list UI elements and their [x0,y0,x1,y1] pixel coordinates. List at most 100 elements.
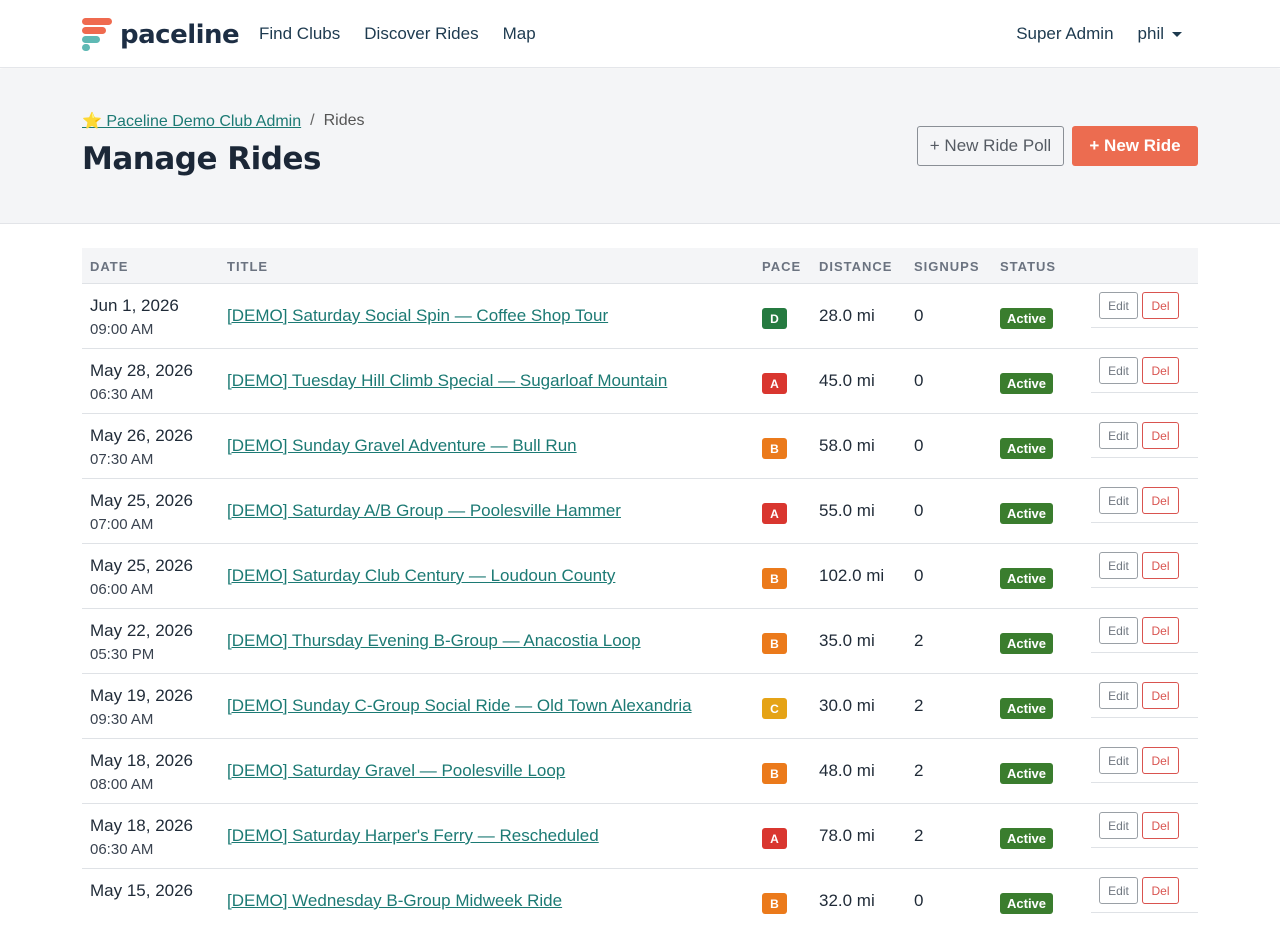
ride-date: May 25, 2026 [90,491,194,510]
column-header-pace[interactable]: Pace [762,259,801,274]
edit-ride-button[interactable]: Edit [1099,357,1138,384]
edit-ride-button[interactable]: Edit [1099,422,1138,449]
ride-distance: 28.0 mi [819,306,875,325]
table-row: May 26, 2026 07:30 AM [DEMO] Sunday Gravel… [82,414,1198,479]
ride-time: 05:30 PM [90,646,155,663]
status-badge: Active [1000,438,1054,459]
status-badge: Active [1000,698,1054,719]
ride-title-link[interactable]: [DEMO] Thursday Evening B-Group — Anacos… [227,631,641,651]
ride-time: 09:30 AM [90,711,154,728]
ride-title-link[interactable]: [DEMO] Saturday Harper's Ferry — Resched… [227,826,599,846]
edit-ride-button[interactable]: Edit [1099,682,1138,709]
new-ride-poll-button[interactable]: + New Ride Poll [917,126,1064,166]
delete-ride-button[interactable]: Del [1142,747,1179,774]
user-menu-toggle[interactable]: phil [1126,22,1194,46]
ride-title-link[interactable]: [DEMO] Saturday Social Spin — Coffee Sho… [227,306,608,326]
ride-distance: 32.0 mi [819,891,875,910]
edit-ride-button[interactable]: Edit [1099,812,1138,839]
ride-signups: 0 [914,891,924,910]
table-body: Jun 1, 2026 09:00 AM [DEMO] Saturday Socia… [82,284,1198,934]
delete-ride-button[interactable]: Del [1142,812,1179,839]
edit-ride-button[interactable]: Edit [1099,747,1138,774]
delete-ride-button[interactable]: Del [1142,357,1179,384]
ride-date-cell: May 15, 2026 [90,881,193,905]
ride-date-cell: May 22, 2026 05:30 PM [90,621,193,665]
delete-ride-button[interactable]: Del [1142,422,1179,449]
new-ride-button[interactable]: + New Ride [1072,126,1198,166]
table-row: May 18, 2026 08:00 AM [DEMO] Saturday Grav… [82,739,1198,804]
ride-title-link[interactable]: [DEMO] Saturday A/B Group — Poolesville … [227,501,621,521]
row-actions: Edit Del [1091,284,1198,328]
ride-date: May 26, 2026 [90,426,194,445]
ride-date-cell: May 25, 2026 07:00 AM [90,491,193,535]
ride-title-link[interactable]: [DEMO] Saturday Gravel — Poolesville Loo… [227,761,565,781]
ride-title-link[interactable]: [DEMO] Tuesday Hill Climb Special — Suga… [227,371,667,391]
table-row: May 18, 2026 06:30 AM [DEMO] Saturday Harp… [82,804,1198,869]
row-actions: Edit Del [1091,869,1198,913]
ride-title-link[interactable]: [DEMO] Sunday Gravel Adventure — Bull Ru… [227,436,577,456]
ride-date-cell: May 26, 2026 07:30 AM [90,426,193,470]
column-header-status[interactable]: Status [1000,259,1056,274]
nav-discover-rides[interactable]: Discover Rides [352,22,490,46]
delete-ride-button[interactable]: Del [1142,682,1179,709]
breadcrumb-separator: / [310,112,315,129]
ride-time: 06:30 AM [90,386,154,403]
status-badge: Active [1000,633,1054,654]
ride-signups: 2 [914,696,924,715]
row-actions: Edit Del [1091,609,1198,653]
breadcrumb: ⭐ Paceline Demo Club Admin / Rides [82,111,365,131]
breadcrumb-club-admin-link[interactable]: ⭐ Paceline Demo Club Admin [82,111,301,131]
ride-title-link[interactable]: [DEMO] Wednesday B-Group Midweek Ride [227,891,562,911]
ride-distance: 30.0 mi [819,696,875,715]
row-actions: Edit Del [1091,349,1198,393]
ride-distance: 102.0 mi [819,566,885,585]
pace-badge: D [762,308,787,329]
ride-date: May 15, 2026 [90,881,194,900]
ride-time: 08:00 AM [90,776,154,793]
column-header-distance[interactable]: Distance [819,259,892,274]
nav-super-admin[interactable]: Super Admin [1004,22,1125,46]
table-row: May 19, 2026 09:30 AM [DEMO] Sunday C-Grou… [82,674,1198,739]
nav-find-clubs[interactable]: Find Clubs [247,22,352,46]
row-actions: Edit Del [1091,739,1198,783]
column-header-signups[interactable]: Signups [914,259,980,274]
pace-badge: B [762,568,787,589]
ride-distance: 35.0 mi [819,631,875,650]
column-header-title[interactable]: Title [227,259,268,274]
ride-title-link[interactable]: [DEMO] Saturday Club Century — Loudoun C… [227,566,615,586]
ride-signups: 0 [914,501,924,520]
ride-date-cell: May 18, 2026 06:30 AM [90,816,193,860]
ride-date: May 22, 2026 [90,621,194,640]
delete-ride-button[interactable]: Del [1142,552,1179,579]
ride-signups: 2 [914,761,924,780]
delete-ride-button[interactable]: Del [1142,292,1179,319]
ride-time: 06:00 AM [90,581,154,598]
top-navbar: paceline Find Clubs Discover Rides Map S… [0,0,1280,68]
ride-title-link[interactable]: [DEMO] Sunday C-Group Social Ride — Old … [227,696,692,716]
delete-ride-button[interactable]: Del [1142,617,1179,644]
column-header-date[interactable]: Date [90,259,128,274]
paceline-logo-icon [82,18,112,51]
nav-map[interactable]: Map [491,22,548,46]
table-row: Jun 1, 2026 09:00 AM [DEMO] Saturday Socia… [82,284,1198,349]
ride-signups: 0 [914,306,924,325]
edit-ride-button[interactable]: Edit [1099,552,1138,579]
delete-ride-button[interactable]: Del [1142,487,1179,514]
ride-date: May 18, 2026 [90,816,194,835]
brand-logo-link[interactable]: paceline [82,18,240,51]
ride-distance: 55.0 mi [819,501,875,520]
table-row: May 15, 2026 [DEMO] Wednesday B-Group Mid… [82,869,1198,934]
edit-ride-button[interactable]: Edit [1099,487,1138,514]
edit-ride-button[interactable]: Edit [1099,617,1138,644]
ride-date: Jun 1, 2026 [90,296,179,315]
ride-date-cell: Jun 1, 2026 09:00 AM [90,296,179,340]
status-badge: Active [1000,308,1054,329]
ride-time: 07:00 AM [90,516,154,533]
table-header: Date Title Pace Distance Signups Status [82,248,1198,284]
status-badge: Active [1000,893,1054,914]
ride-signups: 0 [914,436,924,455]
row-actions: Edit Del [1091,479,1198,523]
edit-ride-button[interactable]: Edit [1099,292,1138,319]
page-header: ⭐ Paceline Demo Club Admin / Rides Manag… [0,69,1280,224]
status-badge: Active [1000,373,1054,394]
